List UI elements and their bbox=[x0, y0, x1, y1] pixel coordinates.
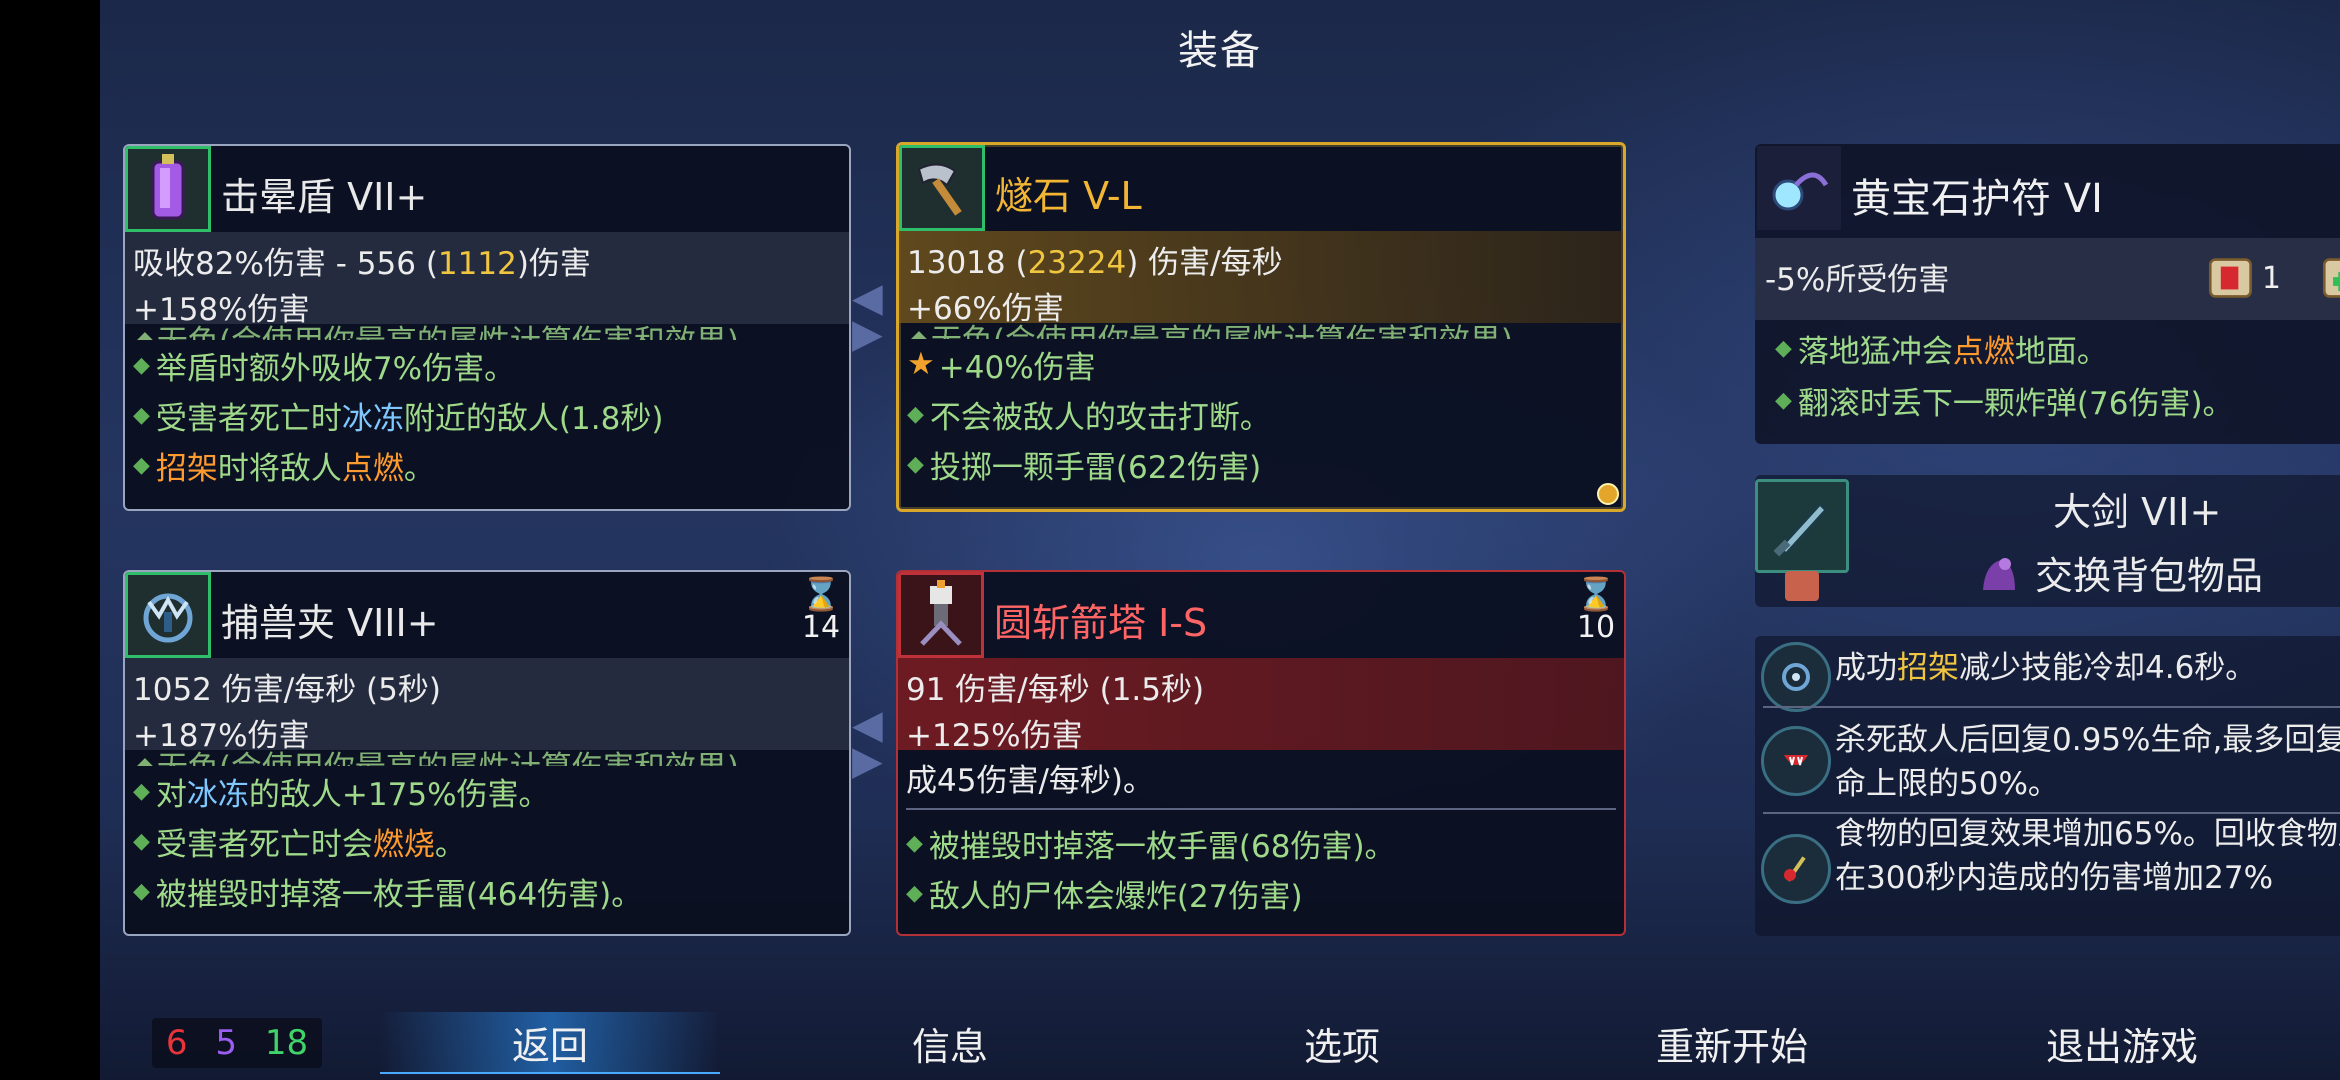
bottom-menu-bar: 6 5 18 返回 信息 选项 重新开始 退出游戏 bbox=[100, 1006, 2340, 1080]
item-stat: 13018 (23224) 伤害/每秒 bbox=[907, 245, 1283, 281]
cooldown-indicator: ⌛ 14 bbox=[799, 576, 843, 644]
item-name: 击晕盾 VII+ bbox=[221, 175, 428, 219]
affix-line: ◆ 被摧毁时掉落一枚手雷(68伤害)。 bbox=[906, 828, 1396, 865]
screen-left-border bbox=[0, 0, 100, 1080]
affix-line: ◆ 受害者死亡时会 燃烧。 bbox=[133, 826, 466, 863]
page-title: 装备 bbox=[1178, 28, 1262, 74]
mutation-food[interactable]: 食物的回复效果增加65%。回收食物后,你在300秒内造成的伤害增加27% bbox=[1755, 812, 2340, 936]
affix-cut: ◆无色(会使用你最高的属性计算伤害和效果) bbox=[907, 315, 1615, 339]
mutation-text: 食物的回复效果增加65%。回收食物后,你在300秒内造成的伤害增加27% bbox=[1835, 816, 2340, 896]
mutations-panel: 成功招架减少技能冷却4.6秒。 杀死敌人后回复0.95%生命,最多回复到生命上限… bbox=[1755, 636, 2340, 936]
axe-icon bbox=[899, 145, 985, 231]
quit-button[interactable]: 退出游戏 bbox=[1952, 1012, 2292, 1074]
skill-card-trap[interactable]: 捕兽夹 VIII+ ⌛ 14 1052 伤害/每秒 (5秒) +187%伤害 ◆… bbox=[123, 570, 851, 936]
fangs-mutation-icon bbox=[1761, 726, 1831, 796]
red-scroll-count: 1 bbox=[2205, 242, 2281, 314]
skill-card-turret[interactable]: 圆斩箭塔 I-S ⌛ 10 91 伤害/每秒 (1.5秒) +125%伤害 成4… bbox=[896, 570, 1626, 936]
amulet-icon bbox=[1757, 146, 1841, 230]
food-mutation-icon bbox=[1761, 834, 1831, 904]
greatsword-icon bbox=[1755, 479, 1849, 573]
item-name: 圆斩箭塔 I-S bbox=[994, 601, 1208, 645]
affix-line: ◆ 招架 时将敌人 点燃。 bbox=[133, 450, 435, 487]
amulet-card[interactable]: 黄宝石护符 VI -5%所受伤害 1 1 ◆落地猛冲会点燃地面。 ◆翻滚时丢下一… bbox=[1755, 144, 2340, 444]
mutation-vampire[interactable]: 杀死敌人后回复0.95%生命,最多回复到生命上限的50%。 bbox=[1755, 718, 2340, 808]
inventory-screen: 装备 击晕盾 VII+ 吸收82%伤害 - 556 (1112)伤害 +158%… bbox=[100, 0, 2340, 1080]
arrow-right-icon: ▶ bbox=[852, 311, 883, 357]
affix-cut: ◆无色(会使用你最高的属性计算伤害和效果) bbox=[133, 316, 841, 340]
affix-line: 成45伤害/每秒)。 bbox=[906, 762, 1154, 799]
backpack-icon bbox=[1983, 557, 2015, 590]
hourglass-icon: ⌛ bbox=[801, 575, 841, 613]
mutation-text: 成功招架减少技能冷却4.6秒。 bbox=[1835, 650, 2257, 686]
green-scroll-count: 1 bbox=[2319, 242, 2340, 314]
cooldown-value: 10 bbox=[1576, 610, 1616, 645]
back-button[interactable]: 返回 bbox=[380, 1012, 720, 1074]
mutation-parry[interactable]: 成功招架减少技能冷却4.6秒。 bbox=[1755, 642, 2340, 712]
divider bbox=[906, 808, 1616, 810]
parry-mutation-icon bbox=[1761, 642, 1831, 712]
backpack-item-name: 大剑 VII+ bbox=[2053, 490, 2222, 534]
affix-cut: ◆无色(会使用你最高的属性计算伤害和效果) bbox=[133, 742, 841, 766]
survival-count: 18 bbox=[264, 1023, 309, 1063]
item-stat: -5%所受伤害 bbox=[1765, 262, 1950, 298]
brutality-count: 6 bbox=[165, 1023, 188, 1063]
tactics-count: 5 bbox=[215, 1023, 237, 1063]
swap-backpack-button[interactable]: 交换背包物品 bbox=[1975, 545, 2263, 600]
hourglass-icon: ⌛ bbox=[1576, 575, 1616, 613]
mutation-text: 杀死敌人后回复0.95%生命,最多回复到生命上限的50%。 bbox=[1835, 722, 2340, 802]
red-scroll-icon bbox=[2208, 258, 2252, 298]
item-stat: 91 伤害/每秒 (1.5秒) bbox=[906, 672, 1205, 708]
weapon-card-flint[interactable]: 燧石 V-L 13018 (23224) 伤害/每秒 +66%伤害 ◆无色(会使… bbox=[896, 142, 1626, 512]
affix-line: ◆ 被摧毁时掉落一枚手雷(464伤害)。 bbox=[133, 876, 643, 913]
swap-arrows-weapons[interactable]: ◀ ▶ bbox=[852, 278, 900, 357]
affix-line: ◆ 翻滚时丢下一颗炸弹(76伤害)。 bbox=[1775, 385, 2234, 422]
backpack-slot[interactable]: 大剑 VII+ 交换背包物品 bbox=[1755, 475, 2340, 607]
item-stat: 吸收82%伤害 - 556 (1112)伤害 bbox=[133, 246, 591, 282]
item-bonus: +125%伤害 bbox=[906, 718, 1083, 754]
weapon-card-shield[interactable]: 击晕盾 VII+ 吸收82%伤害 - 556 (1112)伤害 +158%伤害 … bbox=[123, 144, 851, 511]
affix-line: ◆ 投掷一颗手雷(622伤害) bbox=[907, 449, 1262, 486]
item-name: 捕兽夹 VIII+ bbox=[221, 601, 439, 645]
affix-line: ◆ 对冰冻 的敌人+175%伤害。 bbox=[133, 776, 550, 813]
item-name: 黄宝石护符 VI bbox=[1851, 176, 2103, 222]
affix-line: ◆ 不会被敌人的攻击打断。 bbox=[907, 399, 1271, 436]
affix-line: ◆ 举盾时额外吸收7%伤害。 bbox=[133, 350, 516, 387]
stat-counters: 6 5 18 bbox=[152, 1018, 322, 1068]
purple-shield-icon bbox=[125, 146, 211, 232]
green-scroll-icon bbox=[2322, 258, 2340, 298]
arrow-right-icon: ▶ bbox=[852, 738, 883, 784]
restart-button[interactable]: 重新开始 bbox=[1562, 1012, 1902, 1074]
item-name: 燧石 V-L bbox=[995, 174, 1142, 218]
affix-line: ◆ 落地猛冲会 点燃 地面。 bbox=[1775, 333, 2108, 370]
backpack-tag-icon bbox=[1785, 571, 1819, 601]
affix-line: ◆ 受害者死亡时 冰冻 附近的敌人(1.8秒) bbox=[133, 400, 664, 437]
info-button[interactable]: 信息 bbox=[780, 1012, 1120, 1074]
cooldown-indicator: ⌛ 10 bbox=[1574, 576, 1618, 644]
legendary-gem-icon bbox=[1597, 483, 1619, 505]
bear-trap-icon bbox=[125, 572, 211, 658]
options-button[interactable]: 选项 bbox=[1172, 1012, 1512, 1074]
item-stat: 1052 伤害/每秒 (5秒) bbox=[133, 672, 441, 708]
affix-line: ◆ 敌人的尸体会爆炸(27伤害) bbox=[906, 878, 1303, 915]
cooldown-value: 14 bbox=[801, 610, 841, 645]
star-icon: ★ bbox=[907, 346, 935, 382]
swap-arrows-skills[interactable]: ◀ ▶ bbox=[852, 705, 900, 784]
affix-line: ★ +40%伤害 bbox=[907, 346, 1096, 386]
turret-icon bbox=[898, 572, 984, 658]
